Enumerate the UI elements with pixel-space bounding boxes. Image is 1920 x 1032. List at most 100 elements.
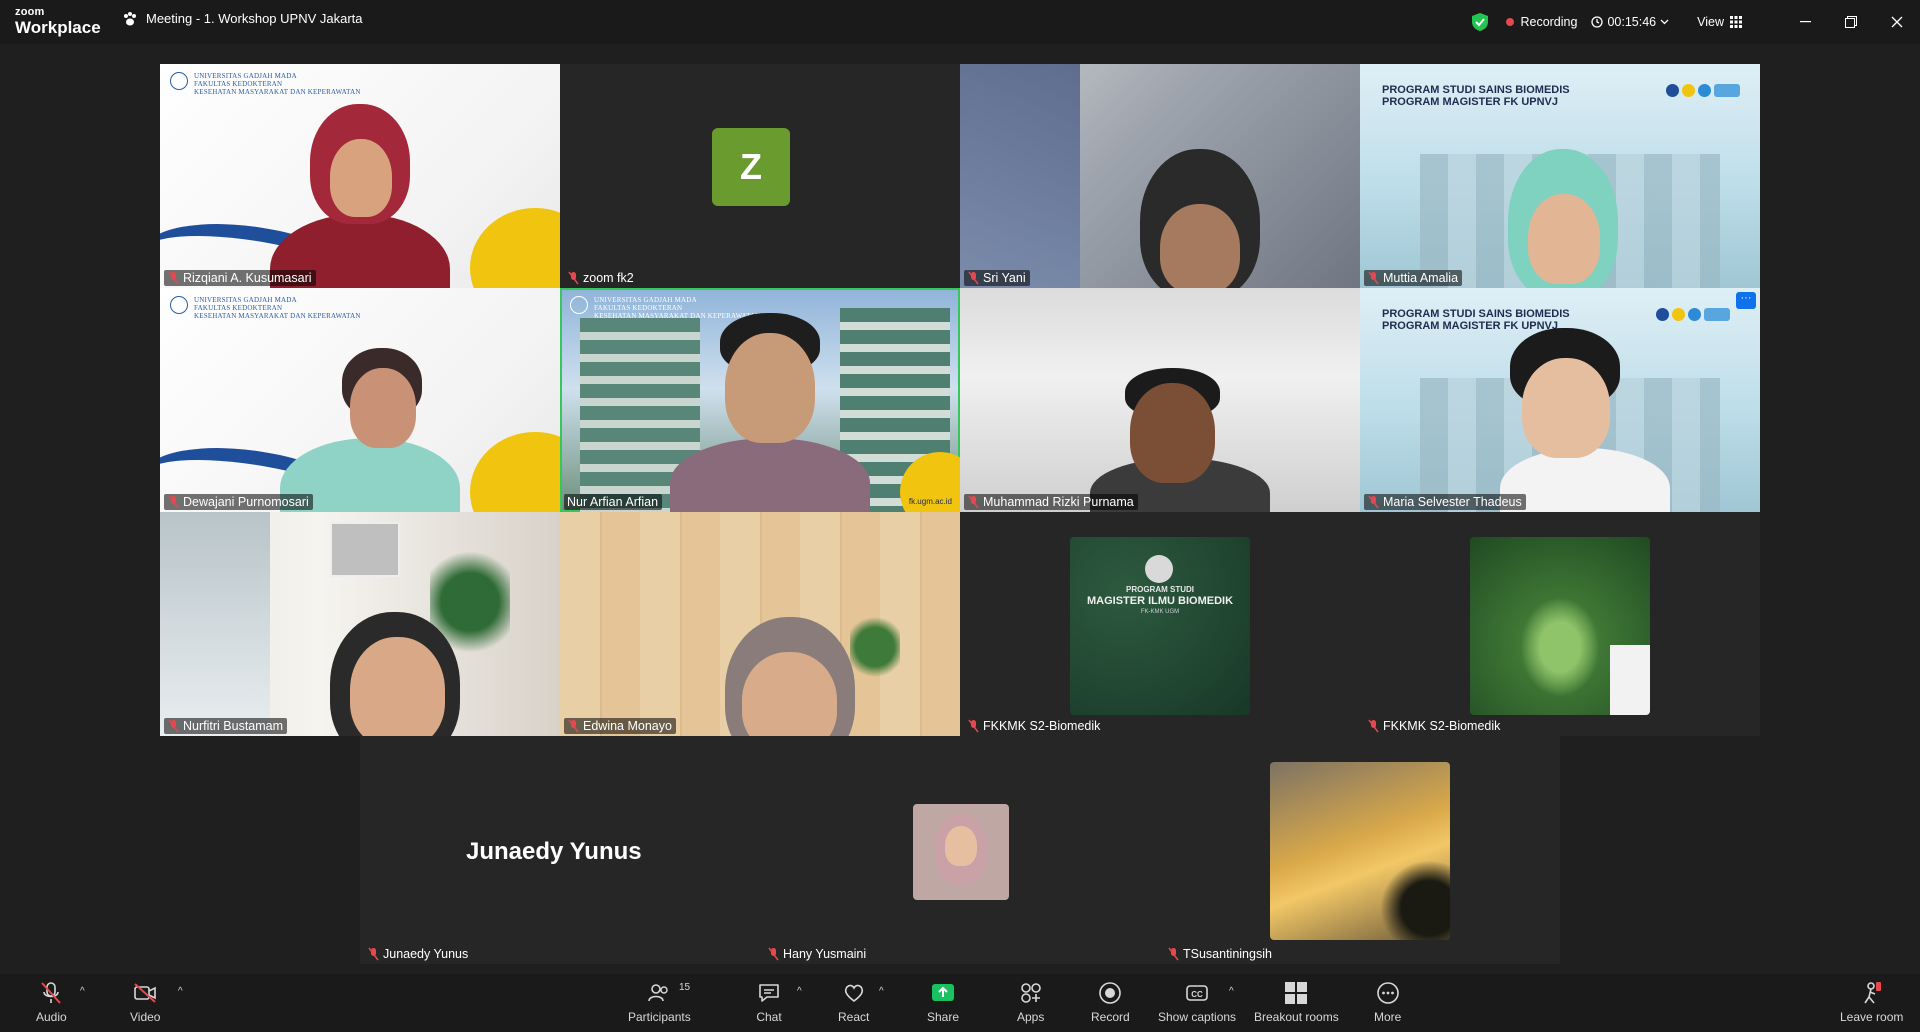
avatar: Z: [712, 128, 790, 206]
audio-button[interactable]: Audio: [36, 980, 67, 1024]
video-tile[interactable]: TSusantiningsih: [1160, 736, 1560, 964]
video-tile[interactable]: Nurfitri Bustamam: [160, 512, 560, 736]
participant-name-tag: zoom fk2: [564, 270, 638, 286]
video-tile[interactable]: UNIVERSITAS GADJAH MADA FAKULTAS KEDOKTER…: [160, 288, 560, 512]
ugm-line3: KESEHATAN MASYARAKAT DAN KEPERAWATAN: [194, 312, 361, 320]
shield-check-icon[interactable]: [1472, 13, 1489, 31]
minimize-button[interactable]: [1782, 0, 1828, 44]
participant-face: [350, 368, 416, 448]
participant-face: [1528, 194, 1600, 284]
ugm-line1: UNIVERSITAS GADJAH MADA: [594, 296, 697, 304]
more-icon: [1376, 982, 1399, 1004]
partner-logos: [1656, 308, 1730, 321]
video-tile[interactable]: UNIVERSITAS GADJAH MADA FAKULTAS KEDOKTER…: [160, 64, 560, 288]
captions-button[interactable]: CC Show captions: [1158, 980, 1236, 1024]
participant-name: zoom fk2: [583, 271, 634, 285]
video-tile[interactable]: Z zoom fk2: [560, 64, 960, 288]
minimize-icon: [1799, 21, 1811, 23]
title-bar-controls: Recording 00:15:46 View: [1472, 0, 1920, 44]
react-options-chevron-icon[interactable]: ^: [879, 986, 884, 997]
video-tile[interactable]: PROGRAM STUDI SAINS BIOMEDIS PROGRAM MAGI…: [1360, 64, 1760, 288]
video-tile[interactable]: Sri Yani: [960, 64, 1360, 288]
record-button[interactable]: Record: [1091, 980, 1130, 1024]
mic-muted-icon: [568, 271, 579, 285]
recording-indicator[interactable]: Recording: [1506, 15, 1577, 29]
video-button[interactable]: Video: [130, 980, 160, 1024]
video-tile[interactable]: Hany Yusmaini: [760, 736, 1160, 964]
react-button[interactable]: React: [838, 980, 869, 1024]
share-label: Share: [927, 1010, 960, 1024]
mic-muted-icon: [168, 271, 179, 285]
participant-face: [1522, 358, 1610, 458]
more-options-icon[interactable]: ···: [1736, 292, 1756, 309]
participant-name-tag: Muttia Amalia: [1364, 270, 1463, 286]
chat-button[interactable]: Chat: [756, 980, 782, 1024]
window-background: [160, 512, 270, 736]
program-banner-line2: PROGRAM MAGISTER FK UPNVJ: [1382, 96, 1559, 108]
video-tile[interactable]: Muhammad Rizki Purnama: [960, 288, 1360, 512]
participant-name-tag: TSusantiningsih: [1164, 946, 1276, 962]
program-banner-line1: PROGRAM STUDI SAINS BIOMEDIS: [1382, 308, 1570, 320]
participant-name: Nurfitri Bustamam: [183, 719, 284, 733]
view-button[interactable]: View: [1697, 15, 1742, 29]
apps-button[interactable]: Apps: [1017, 980, 1044, 1024]
video-off-icon: [134, 983, 157, 1003]
brand-small: zoom: [15, 6, 45, 18]
profile-picture: [913, 804, 1009, 900]
close-button[interactable]: [1874, 0, 1920, 44]
meeting-title-area: Meeting - 1. Workshop UPNV Jakarta: [122, 11, 363, 26]
program-banner: PROGRAM STUDI SAINS BIOMEDIS PROGRAM MAGI…: [1382, 308, 1570, 332]
participant-name-tag: Muhammad Rizki Purnama: [964, 494, 1138, 510]
video-tile[interactable]: Edwina Monayo: [560, 512, 960, 736]
audio-options-chevron-icon[interactable]: ^: [80, 986, 85, 997]
mic-muted-icon: [1368, 495, 1379, 509]
partner-logos: [1666, 84, 1740, 97]
participant-face: [330, 139, 392, 217]
video-tile-active-speaker[interactable]: UNIVERSITAS GADJAH MADA FAKULTAS KEDOKTER…: [560, 288, 960, 512]
breakout-rooms-button[interactable]: Breakout rooms: [1254, 980, 1339, 1024]
video-tile[interactable]: FKKMK S2-Biomedik: [1360, 512, 1760, 736]
meeting-timer[interactable]: 00:15:46: [1591, 15, 1669, 29]
captions-icon: CC: [1186, 985, 1208, 1001]
logo-icon: [1682, 84, 1695, 97]
heart-icon: [844, 984, 863, 1003]
participants-button[interactable]: Participants 15: [628, 980, 691, 1024]
program-banner-line1: PROGRAM STUDI SAINS BIOMEDIS: [1382, 84, 1570, 96]
more-button[interactable]: More: [1374, 980, 1401, 1024]
breakout-rooms-label: Breakout rooms: [1254, 1010, 1339, 1024]
ugm-line1: UNIVERSITAS GADJAH MADA: [194, 72, 297, 80]
apps-label: Apps: [1017, 1010, 1045, 1024]
leave-room-icon: [1864, 982, 1881, 1004]
participant-name-tag: Maria Selvester Thadeus: [1364, 494, 1526, 510]
captions-options-chevron-icon[interactable]: ^: [1229, 986, 1234, 997]
mic-muted-icon: [968, 271, 979, 285]
participant-name: Maria Selvester Thadeus: [1383, 495, 1522, 509]
ugm-header: UNIVERSITAS GADJAH MADA FAKULTAS KEDOKTER…: [570, 296, 761, 320]
leave-room-button[interactable]: Leave room: [1840, 980, 1903, 1024]
wall-picture: [330, 522, 400, 577]
participant-name-tag: Sri Yani: [964, 270, 1030, 286]
participant-name: Muttia Amalia: [1383, 271, 1459, 285]
wall-corner: [1610, 645, 1650, 715]
recording-dot-icon: [1506, 18, 1515, 26]
logo-icon: [1656, 308, 1669, 321]
share-button[interactable]: Share: [927, 980, 959, 1024]
video-tile[interactable]: PROGRAM STUDI MAGISTER ILMU BIOMEDIK FK-…: [960, 512, 1360, 736]
ugm-seal-icon: [170, 72, 188, 90]
ugm-line1: UNIVERSITAS GADJAH MADA: [194, 296, 297, 304]
video-tile[interactable]: PROGRAM STUDI SAINS BIOMEDIS PROGRAM MAGI…: [1360, 288, 1760, 512]
participant-name: FKKMK S2-Biomedik: [983, 719, 1101, 733]
video-options-chevron-icon[interactable]: ^: [178, 986, 183, 997]
view-label: View: [1697, 15, 1724, 29]
breakout-rooms-icon: [1285, 982, 1308, 1004]
participant-face: [350, 637, 445, 736]
participant-name-tag: Nur Arfian Arfian: [564, 494, 663, 510]
restore-button[interactable]: [1828, 0, 1874, 44]
chat-options-chevron-icon[interactable]: ^: [797, 986, 802, 997]
video-tile[interactable]: Junaedy Yunus Junaedy Yunus: [360, 736, 760, 964]
profile-picture: [1470, 537, 1650, 715]
logo-icon: [1688, 308, 1701, 321]
mic-muted-icon: [168, 719, 179, 733]
mic-muted-icon: [968, 495, 979, 509]
logo-icon: [1704, 308, 1730, 321]
